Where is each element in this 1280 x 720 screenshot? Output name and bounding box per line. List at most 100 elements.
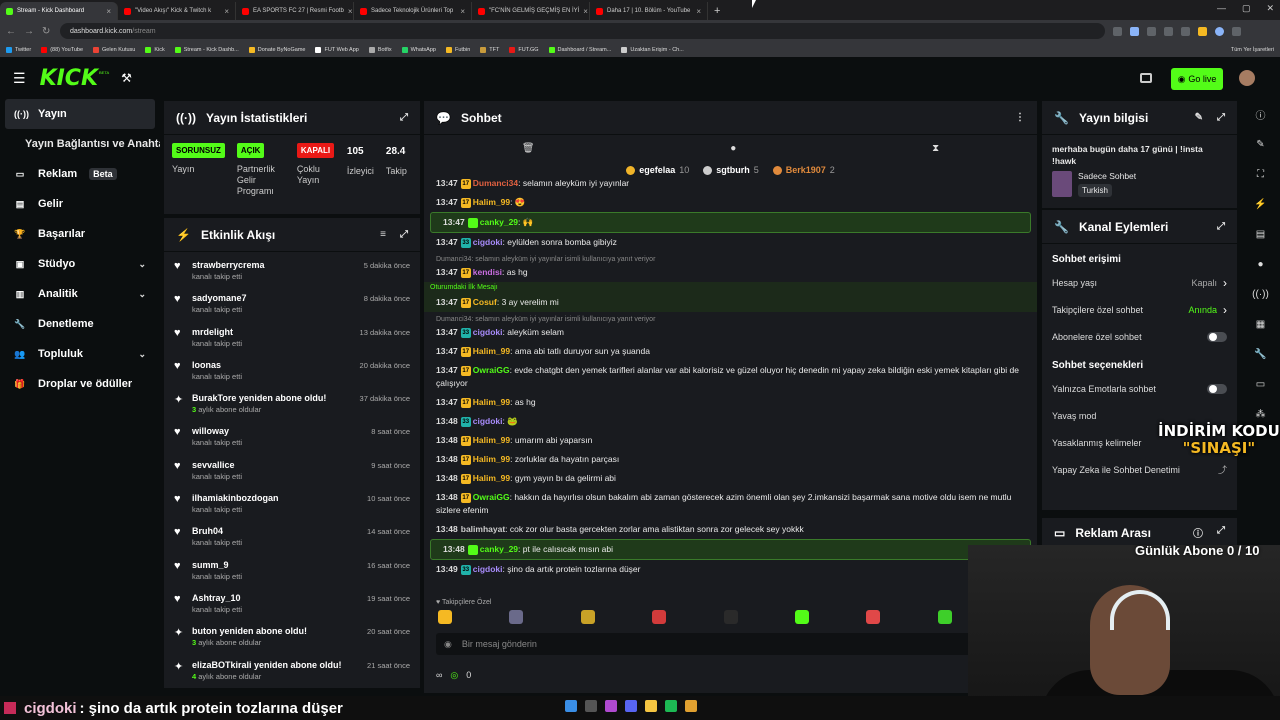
- extension-icon[interactable]: [1164, 26, 1173, 36]
- more-options-icon[interactable]: ⋮: [1015, 112, 1025, 123]
- chevron-down-icon[interactable]: ⌄: [138, 259, 146, 270]
- browser-tab[interactable]: Daha 17 | 10. Bölüm - YouTube ×: [590, 2, 708, 20]
- browser-tab[interactable]: EA SPORTS FC 27 | Resmi Footb ×: [236, 2, 354, 20]
- close-icon[interactable]: ✕: [1266, 3, 1274, 14]
- minimize-icon[interactable]: —: [1217, 3, 1226, 14]
- hourglass-icon[interactable]: ⧗: [932, 143, 939, 154]
- chat-input[interactable]: ◉ Bir mesaj gönderin: [436, 633, 1026, 655]
- sidebar-item[interactable]: 👥 Topluluk ⌄: [0, 339, 160, 369]
- bookmark-item[interactable]: (88) YouTube: [41, 46, 83, 53]
- extension-icon[interactable]: [1198, 26, 1207, 36]
- bookmark-item[interactable]: Kick: [145, 46, 165, 53]
- search-icon[interactable]: [585, 700, 597, 712]
- sidebar-item[interactable]: 🏆 Başarılar: [0, 219, 160, 249]
- emote-icon[interactable]: [509, 610, 524, 624]
- chat-username[interactable]: cigdoki: [473, 416, 503, 426]
- chat-bubble-icon[interactable]: ●: [1241, 249, 1280, 279]
- extension-icon[interactable]: [1147, 26, 1156, 36]
- close-tab-icon[interactable]: ×: [460, 7, 465, 16]
- bookmark-item[interactable]: FUT Web App: [315, 46, 359, 53]
- bookmark-item[interactable]: WhatsApp: [401, 46, 436, 53]
- discord-icon[interactable]: [625, 700, 637, 712]
- toggle-switch[interactable]: [1207, 383, 1227, 394]
- avatar[interactable]: [1239, 70, 1255, 86]
- bookmark-item[interactable]: Uzaktan Erişim - Ch...: [621, 46, 684, 53]
- reload-icon[interactable]: ↻: [42, 26, 52, 37]
- close-tab-icon[interactable]: ×: [348, 7, 353, 16]
- extension-icon[interactable]: [1181, 26, 1190, 36]
- sidebar-item[interactable]: ▣ Stüdyo ⌄: [0, 249, 160, 279]
- chevron-right-icon[interactable]: ›: [1223, 303, 1227, 317]
- chat-username[interactable]: OwraiGG: [473, 492, 510, 502]
- bookmark-item[interactable]: Twitter: [6, 46, 31, 53]
- chat-username[interactable]: balimhayat: [461, 524, 505, 534]
- sidebar-item[interactable]: ((·)) Yayın: [5, 99, 155, 129]
- bookmark-item[interactable]: Stream - Kick Dashb...: [174, 46, 239, 53]
- expand-icon[interactable]: ⛶: [1241, 159, 1280, 189]
- popout-icon[interactable]: ⤢: [400, 112, 408, 123]
- chat-username[interactable]: Halim_99: [473, 197, 510, 207]
- chevron-right-icon[interactable]: ›: [1223, 276, 1227, 290]
- popout-icon[interactable]: ⤢: [1217, 525, 1225, 540]
- star-icon[interactable]: [1130, 26, 1139, 36]
- emote-icon[interactable]: [723, 610, 738, 624]
- menu-icon[interactable]: [1232, 26, 1241, 36]
- chat-username[interactable]: Dumanci34: [473, 179, 518, 188]
- chat-username[interactable]: kendisi: [473, 267, 502, 277]
- users-icon[interactable]: ∞: [436, 670, 442, 680]
- top-gifter[interactable]: Berk1907 2: [772, 165, 835, 175]
- emote-icon[interactable]: [652, 610, 667, 624]
- edit-icon[interactable]: ✎: [1241, 129, 1280, 159]
- document-icon[interactable]: ▤: [1241, 219, 1280, 249]
- app-icon[interactable]: [605, 700, 617, 712]
- store-icon[interactable]: ▦: [1241, 309, 1280, 339]
- bookmark-item[interactable]: Donate ByNoGame: [248, 46, 305, 53]
- zoom-icon[interactable]: [1113, 26, 1122, 36]
- setting-row[interactable]: Abonelere özel sohbet: [1042, 323, 1237, 350]
- bolt-icon[interactable]: ⚡: [1241, 189, 1280, 219]
- browser-tab[interactable]: "FC'NİN GELMİŞ GEÇMİŞ EN İYİ ×: [472, 2, 590, 20]
- close-tab-icon[interactable]: ×: [224, 7, 229, 16]
- forward-icon[interactable]: →: [24, 26, 34, 37]
- emote-icon[interactable]: [937, 610, 952, 624]
- chat-username[interactable]: Halim_99: [473, 397, 510, 407]
- folder-icon[interactable]: [645, 700, 657, 712]
- setting-row[interactable]: Takipçilere özel sohbet Anında ›: [1042, 296, 1237, 323]
- kick-logo[interactable]: KICK: [40, 66, 98, 91]
- emote-icon[interactable]: [438, 610, 452, 624]
- wrench-icon[interactable]: 🔧: [1241, 339, 1280, 369]
- edit-icon[interactable]: ✎: [1195, 112, 1203, 123]
- url-input[interactable]: dashboard.kick.com/stream: [60, 23, 1105, 39]
- close-tab-icon[interactable]: ×: [106, 7, 111, 16]
- maximize-icon[interactable]: ▢: [1242, 3, 1251, 14]
- tv-icon[interactable]: ▭: [1241, 369, 1280, 399]
- popout-icon[interactable]: ⤢: [1217, 221, 1225, 232]
- popout-icon[interactable]: ⤢: [400, 229, 408, 240]
- emote-icon[interactable]: [866, 610, 881, 624]
- broadcast-icon[interactable]: ((·)): [1241, 279, 1280, 309]
- bookmark-item[interactable]: TFT: [480, 46, 499, 53]
- emoji-icon[interactable]: ◉: [444, 639, 452, 650]
- browser-tab[interactable]: "Video Akışı" Kick & Twitch k ×: [118, 2, 236, 20]
- bookmark-item[interactable]: Gelen Kutusu: [93, 46, 135, 53]
- chat-username[interactable]: canky_29: [480, 544, 518, 554]
- chevron-down-icon[interactable]: ⌄: [138, 289, 146, 300]
- sidebar-item[interactable]: ▥ Analitik ⌄: [0, 279, 160, 309]
- hammer-icon[interactable]: ⚒: [121, 71, 132, 85]
- top-gifter[interactable]: egefelaa 10: [626, 165, 689, 175]
- spotify-icon[interactable]: [665, 700, 677, 712]
- chat-username[interactable]: Cosuf: [473, 297, 497, 307]
- bookmark-item[interactable]: FUT.GG: [509, 46, 539, 53]
- chat-bubble-icon[interactable]: ●: [730, 143, 736, 154]
- sidebar-item[interactable]: ▤ Gelir: [0, 189, 160, 219]
- sidebar-item[interactable]: 🎁 Droplar ve ödüller: [0, 369, 160, 399]
- back-icon[interactable]: ←: [6, 26, 16, 37]
- hamburger-icon[interactable]: ☰: [13, 70, 26, 87]
- bookmark-item[interactable]: Botfix: [368, 46, 392, 53]
- camera-icon[interactable]: [1140, 73, 1152, 83]
- emote-icon[interactable]: [794, 610, 809, 624]
- chrome-icon[interactable]: [685, 700, 697, 712]
- chat-username[interactable]: Halim_99: [473, 454, 510, 464]
- trash-icon[interactable]: 🗑: [522, 143, 535, 154]
- close-tab-icon[interactable]: ×: [696, 7, 701, 16]
